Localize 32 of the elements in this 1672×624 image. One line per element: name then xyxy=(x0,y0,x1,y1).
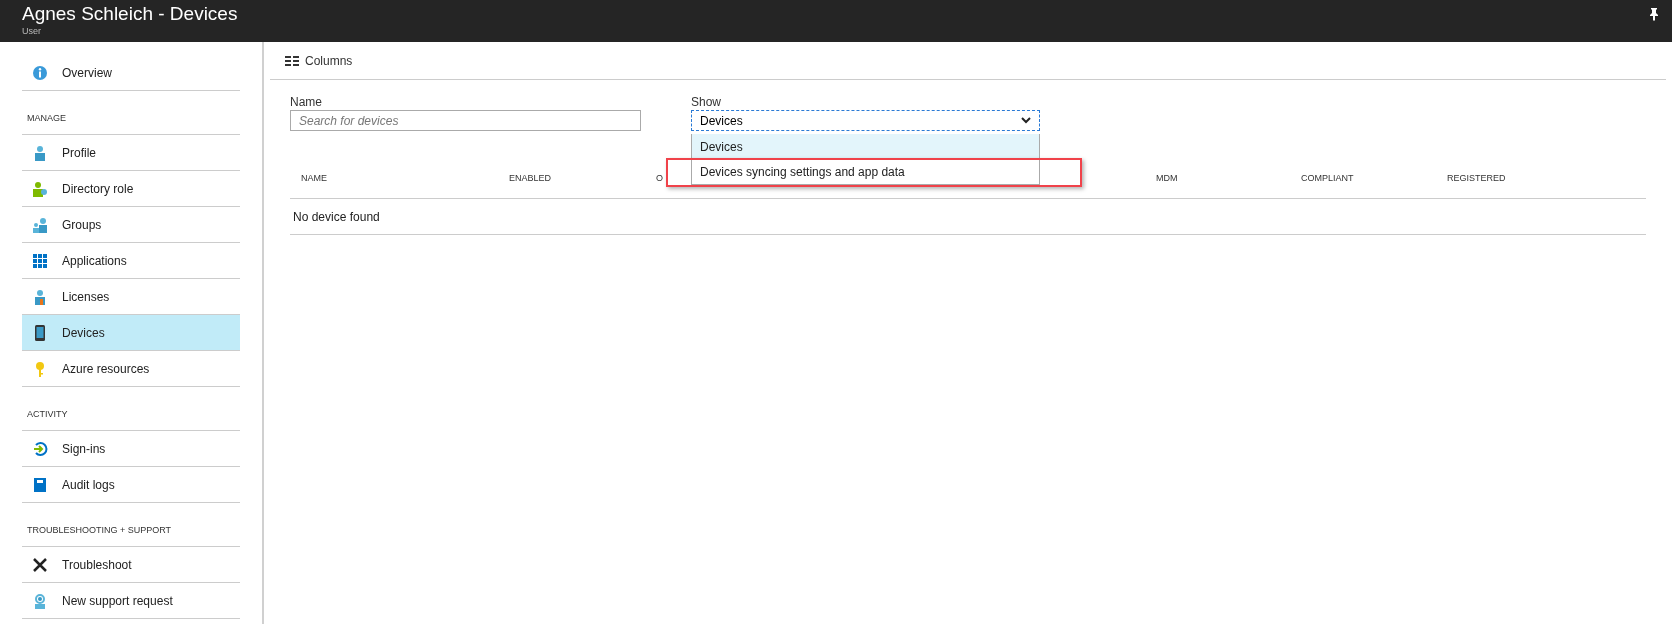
pin-icon[interactable] xyxy=(1648,8,1660,21)
column-header: COMPLIANT xyxy=(1301,172,1354,183)
dropdown-option[interactable]: Devices xyxy=(692,134,1039,159)
window-subtitle: User xyxy=(22,26,42,37)
column-header: O xyxy=(656,172,663,183)
window-title: Agnes Schleich - Devices xyxy=(22,2,238,26)
column-header: ENABLED xyxy=(509,172,552,183)
user-icon xyxy=(32,288,48,305)
section-heading: ACTIVITY xyxy=(27,407,68,421)
column-header: MDM xyxy=(1156,172,1178,183)
grid-icon xyxy=(32,252,48,269)
info-icon xyxy=(32,64,48,81)
field-label: Name xyxy=(290,94,323,110)
show-dropdown[interactable]: Devices xyxy=(691,110,1040,131)
book-icon xyxy=(32,476,48,493)
empty-message: No device found xyxy=(293,208,380,226)
users-icon xyxy=(32,216,48,233)
section-heading: TROUBLESHOOTING + SUPPORT xyxy=(27,523,172,537)
column-header: REGISTERED xyxy=(1447,172,1506,183)
column-header: NAME xyxy=(301,172,327,183)
columns-button[interactable]: Columns xyxy=(285,51,353,70)
sidebar-item[interactable]: Devices xyxy=(22,315,240,351)
search-field[interactable]: Search for devices xyxy=(290,110,641,131)
user-icon xyxy=(32,144,48,161)
field-label: Show xyxy=(691,94,723,110)
sign-in-icon xyxy=(32,440,48,457)
columns-icon xyxy=(285,55,299,66)
support-icon xyxy=(32,592,48,609)
section-heading: MANAGE xyxy=(27,111,66,125)
chevron-down-icon xyxy=(1021,117,1031,124)
user-icon xyxy=(32,180,48,197)
phone-icon xyxy=(32,324,48,341)
